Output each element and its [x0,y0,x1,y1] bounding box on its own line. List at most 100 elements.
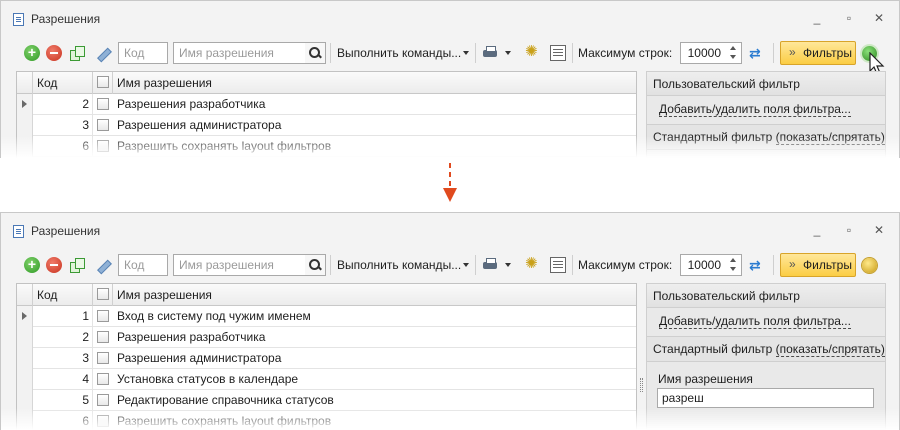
table-row[interactable]: 2 Разрешения разработчика [17,94,636,115]
checkbox-cell[interactable] [93,306,113,327]
document-icon [13,13,24,26]
header-checkbox-cell[interactable] [93,284,113,306]
row-checkbox[interactable] [97,352,109,364]
column-header-name[interactable]: Имя разрешения [113,284,637,306]
code-filter-input[interactable]: Код [118,42,168,64]
code-cell: 2 [33,327,93,348]
select-all-checkbox[interactable] [97,76,109,88]
window-title: Разрешения [31,12,101,26]
code-cell: 4 [33,369,93,390]
row-checkbox[interactable] [97,310,109,322]
printer-icon[interactable] [482,257,498,273]
checkbox-cell[interactable] [93,348,113,369]
columns-icon[interactable] [550,45,566,61]
column-header-code[interactable]: Код [33,284,93,306]
header-checkbox-cell[interactable] [93,72,113,94]
table-row[interactable]: 1 Вход в систему под чужим именем [17,306,636,327]
name-cell: Разрешения администратора [117,351,282,365]
table-row[interactable]: 6 Разрешить сохранять layout фильтров [17,136,636,157]
row-checkbox[interactable] [97,140,109,152]
column-header-code[interactable]: Код [33,72,93,94]
filters-button[interactable]: Фильтры [780,253,856,277]
checkbox-cell[interactable] [93,136,113,157]
name-filter-input[interactable]: Имя разрешения [173,42,306,64]
refresh-icon[interactable] [749,44,765,62]
chevron-down-icon[interactable] [505,51,511,55]
add-remove-fields-link[interactable]: Добавить/удалить поля фильтра... [659,314,851,329]
restore-button[interactable]: ▫ [839,10,859,26]
row-checkbox[interactable] [97,394,109,406]
spin-arrows-icon[interactable] [727,43,739,63]
checkbox-cell[interactable] [93,411,113,430]
show-hide-link[interactable]: (показать/спрятать) [775,130,885,145]
checkbox-cell[interactable] [93,390,113,411]
checkbox-cell[interactable] [93,115,113,136]
table-row[interactable]: 6 Разрешить сохранять layout фильтров [17,411,636,430]
add-icon[interactable] [24,255,40,273]
row-checkbox[interactable] [97,119,109,131]
spin-arrows-icon[interactable] [727,255,739,275]
settings-icon[interactable] [525,255,541,273]
execute-commands-button[interactable]: Выполнить команды... [337,258,461,272]
table-row[interactable]: 2 Разрешения разработчика [17,327,636,348]
minimize-button[interactable]: _ [807,222,827,238]
code-cell: 3 [33,348,93,369]
row-indicator [17,411,33,430]
execute-commands-button[interactable]: Выполнить команды... [337,46,461,60]
printer-icon[interactable] [482,45,498,61]
checkbox-cell[interactable] [93,327,113,348]
name-filter-input[interactable]: Имя разрешения [173,254,306,276]
filter-panel: Пользовательский фильтр Добавить/удалить… [646,283,886,430]
current-row-icon [22,100,27,108]
show-hide-link[interactable]: (показать/спрятать) [775,342,885,357]
select-all-checkbox[interactable] [97,288,109,300]
delete-icon[interactable] [46,257,62,273]
code-cell: 2 [33,94,93,115]
permissions-grid: Код Имя разрешения 1 Вход в систему под … [16,283,637,430]
column-header-name[interactable]: Имя разрешения [113,72,637,94]
row-checkbox[interactable] [97,373,109,385]
edit-icon[interactable] [94,257,110,273]
table-row[interactable]: 3 Разрешения администратора [17,115,636,136]
row-checkbox[interactable] [97,98,109,110]
search-icon[interactable] [305,254,326,276]
toolbar-separator [773,255,774,275]
search-icon[interactable] [305,42,326,64]
columns-icon[interactable] [550,257,566,273]
chevron-down-icon[interactable] [505,263,511,267]
row-checkbox[interactable] [97,331,109,343]
filters-button[interactable]: Фильтры [780,41,856,65]
chevron-down-icon[interactable] [463,263,469,267]
add-remove-fields-link[interactable]: Добавить/удалить поля фильтра... [659,102,851,117]
code-filter-input[interactable]: Код [118,254,168,276]
close-button[interactable]: ✕ [869,222,889,238]
toolbar: Код Имя разрешения Выполнить команды... … [16,251,886,279]
panel-splitter[interactable] [640,378,643,392]
minimize-button[interactable]: _ [807,10,827,26]
close-button[interactable]: ✕ [869,10,889,26]
row-indicator [17,306,33,327]
standard-filter-label: Стандартный фильтр [653,342,773,356]
code-cell: 6 [33,136,93,157]
checkbox-cell[interactable] [93,94,113,115]
table-row[interactable]: 3 Разрешения администратора [17,348,636,369]
chevron-down-icon[interactable] [463,51,469,55]
arrow-down-icon [443,188,457,202]
add-icon[interactable] [24,43,40,61]
arrow-shaft [449,163,451,189]
table-row[interactable]: 4 Установка статусов в календаре [17,369,636,390]
copy-icon[interactable] [69,45,85,61]
copy-icon[interactable] [69,257,85,273]
permission-name-filter-input[interactable]: разреш [657,388,874,408]
edit-icon[interactable] [94,45,110,61]
delete-icon[interactable] [46,45,62,61]
name-cell: Установка статусов в календаре [117,372,299,386]
checkbox-cell[interactable] [93,369,113,390]
refresh-icon[interactable] [749,256,765,274]
table-row[interactable]: 5 Редактирование справочника статусов [17,390,636,411]
settings-icon[interactable] [525,43,541,61]
restore-button[interactable]: ▫ [839,222,859,238]
toolbar-separator [773,43,774,63]
row-checkbox[interactable] [97,415,109,427]
status-indicator-icon[interactable] [862,258,877,273]
